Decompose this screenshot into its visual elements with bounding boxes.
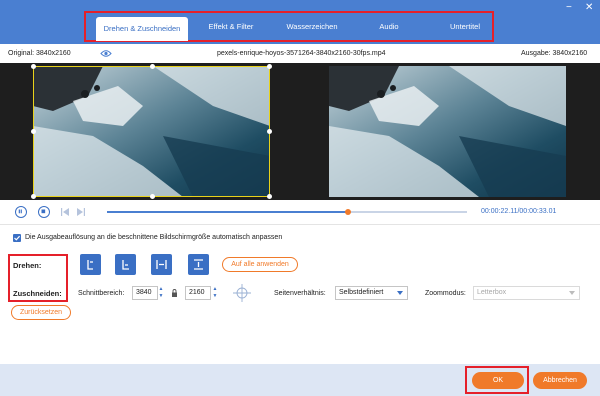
crop-handle[interactable]	[267, 64, 272, 69]
crop-handle[interactable]	[267, 129, 272, 134]
rotate-label: Drehen:	[13, 261, 42, 270]
checkmark-icon	[14, 235, 21, 241]
flip-vertical-button[interactable]	[188, 254, 209, 275]
cancel-button[interactable]: Abbrechen	[533, 372, 587, 389]
crop-width-input[interactable]: 3840	[132, 286, 158, 300]
tab-audio[interactable]: Audio	[371, 13, 407, 40]
rotate-right-button[interactable]	[115, 254, 136, 275]
stop-button[interactable]	[38, 206, 50, 218]
auto-resolution-checkbox[interactable]	[13, 234, 21, 242]
height-stepper[interactable]: ▲ ▼	[212, 286, 218, 300]
tab-subtitle[interactable]: Untertitel	[443, 13, 487, 40]
crop-handle[interactable]	[150, 64, 155, 69]
crop-area-label: Schnittbereich:	[78, 290, 125, 297]
flip-horizontal-icon	[156, 260, 167, 269]
zoom-mode-label: Zoommodus:	[425, 290, 466, 297]
crop-selection-box[interactable]	[31, 64, 272, 199]
ok-button[interactable]: OK	[472, 372, 524, 389]
eye-icon[interactable]	[100, 49, 112, 58]
output-preview	[329, 66, 566, 197]
zoom-mode-select[interactable]: Letterbox	[473, 286, 580, 300]
crop-handle[interactable]	[31, 194, 36, 199]
stop-icon	[41, 209, 46, 214]
crop-handle[interactable]	[150, 194, 155, 199]
aspect-ratio-label: Seitenverhältnis:	[274, 290, 326, 297]
close-button[interactable]: ✕	[585, 3, 593, 13]
zoom-mode-value: Letterbox	[477, 289, 507, 296]
rotate-left-icon	[87, 260, 93, 270]
tab-rotate-crop[interactable]: Drehen & Zuschneiden	[96, 17, 188, 41]
footer-bar: OK Abbrechen	[0, 364, 600, 396]
pause-icon	[18, 209, 22, 214]
output-resolution: Ausgabe: 3840x2160	[521, 50, 588, 57]
reset-button[interactable]: Zurücksetzen	[11, 305, 71, 320]
info-row: Original: 3840x2160 pexels-enrique-hoyos…	[0, 44, 600, 63]
flip-horizontal-button[interactable]	[151, 254, 172, 275]
aspect-ratio-select[interactable]: Selbstdefiniert	[335, 286, 408, 300]
playback-bar: 00:00:22.11/00:00:33.01	[0, 200, 600, 224]
next-frame-icon[interactable]	[76, 207, 86, 217]
pause-button[interactable]	[15, 206, 27, 218]
time-display: 00:00:22.11/00:00:33.01	[481, 208, 557, 215]
chevron-down-icon	[397, 291, 403, 295]
timeline-slider[interactable]	[107, 209, 467, 215]
original-resolution: Original: 3840x2160	[8, 50, 71, 57]
lock-icon[interactable]	[171, 288, 178, 298]
previous-frame-icon[interactable]	[60, 207, 70, 217]
auto-resolution-label: Die Ausgabeauflösung an die beschnittene…	[25, 234, 283, 241]
aspect-ratio-value: Selbstdefiniert	[339, 289, 384, 296]
file-name: pexels-enrique-hoyos-3571264-3840x2160-3…	[217, 50, 386, 57]
crop-handle[interactable]	[31, 64, 36, 69]
apply-all-button[interactable]: Auf alle anwenden	[222, 257, 298, 272]
timeline-knob[interactable]	[345, 209, 352, 215]
crop-label: Zuschneiden:	[13, 289, 62, 298]
settings-panel: Die Ausgabeauflösung an die beschnittene…	[0, 224, 600, 364]
crop-height-input[interactable]: 2160	[185, 286, 211, 300]
title-bar: − ✕ Drehen & Zuschneiden Effekt & Filter…	[0, 0, 600, 44]
tabs-highlight-frame: Drehen & Zuschneiden Effekt & Filter Was…	[84, 11, 494, 42]
timeline-progress	[107, 211, 349, 213]
tab-watermark[interactable]: Wasserzeichen	[279, 13, 345, 40]
flip-vertical-icon	[194, 259, 203, 270]
rotate-left-button[interactable]	[80, 254, 101, 275]
crop-handle[interactable]	[31, 129, 36, 134]
width-stepper[interactable]: ▲ ▼	[158, 286, 164, 300]
tab-effect-filter[interactable]: Effekt & Filter	[201, 13, 261, 40]
chevron-down-icon	[569, 291, 575, 295]
minimize-button[interactable]: −	[566, 3, 572, 13]
center-crosshair-icon[interactable]	[232, 283, 252, 303]
crop-handle[interactable]	[267, 194, 272, 199]
preview-area	[0, 63, 600, 200]
rotate-right-icon	[122, 260, 129, 270]
